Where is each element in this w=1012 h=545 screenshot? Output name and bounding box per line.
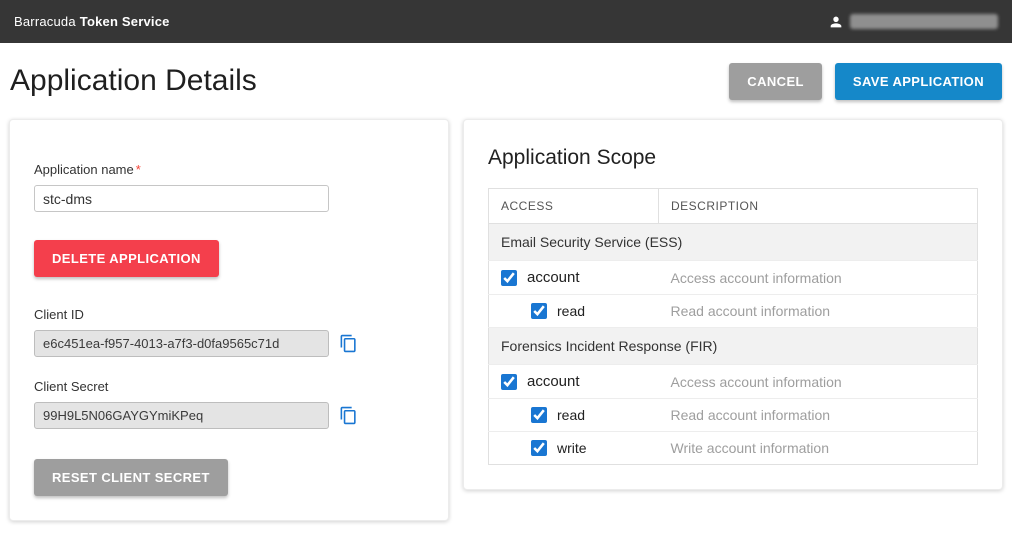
scope-row: read Read account information <box>489 295 978 328</box>
delete-application-button[interactable]: DELETE APPLICATION <box>34 240 219 277</box>
client-id-label: Client ID <box>34 307 424 322</box>
reset-client-secret-button[interactable]: RESET CLIENT SECRET <box>34 459 228 496</box>
scope-checkbox-read[interactable] <box>531 303 547 319</box>
header-actions: CANCEL SAVE APPLICATION <box>729 63 1002 100</box>
scope-group-row: Forensics Incident Response (FIR) <box>489 328 978 365</box>
scope-access-name: read <box>557 303 585 319</box>
product-name: Token Service <box>80 14 170 29</box>
brand-name: Barracuda <box>14 14 76 29</box>
main-content: Application name* DELETE APPLICATION Cli… <box>0 119 1012 521</box>
client-secret-row <box>34 402 424 429</box>
copy-client-id-button[interactable] <box>339 334 358 353</box>
scope-group-name: Email Security Service (ESS) <box>489 224 978 261</box>
user-menu[interactable] <box>828 14 998 30</box>
application-name-input[interactable] <box>34 185 329 212</box>
application-scope-card: Application Scope ACCESS DESCRIPTION Ema… <box>463 119 1003 490</box>
person-icon <box>828 14 844 30</box>
client-id-field[interactable] <box>34 330 329 357</box>
scope-table-body: Email Security Service (ESS) account Acces… <box>489 224 978 465</box>
copy-icon <box>339 334 358 353</box>
scope-access-cell: read <box>489 295 659 328</box>
page-title: Application Details <box>10 64 257 98</box>
scope-table: ACCESS DESCRIPTION Email Security Servic… <box>488 188 978 465</box>
scope-checkbox-label[interactable]: account <box>501 269 647 286</box>
scope-access-name: account <box>527 373 580 390</box>
scope-row: account Access account information <box>489 365 978 399</box>
scope-table-header-row: ACCESS DESCRIPTION <box>489 189 978 224</box>
scope-group-row: Email Security Service (ESS) <box>489 224 978 261</box>
required-asterisk: * <box>136 162 141 177</box>
scope-checkbox-read[interactable] <box>531 407 547 423</box>
scope-checkbox-label[interactable]: read <box>531 303 647 319</box>
scope-row: read Read account information <box>489 399 978 432</box>
scope-row: account Access account information <box>489 261 978 295</box>
column-header-access: ACCESS <box>489 189 659 224</box>
scope-access-name: write <box>557 440 587 456</box>
copy-icon <box>339 406 358 425</box>
scope-description: Read account information <box>659 295 978 328</box>
scope-description: Write account information <box>659 432 978 465</box>
scope-access-cell: account <box>489 365 659 399</box>
scope-access-name: read <box>557 407 585 423</box>
scope-checkbox-write[interactable] <box>531 440 547 456</box>
application-name-label: Application name* <box>34 162 424 177</box>
scope-access-cell: account <box>489 261 659 295</box>
scope-access-cell: read <box>489 399 659 432</box>
scope-checkbox-account[interactable] <box>501 374 517 390</box>
brand: Barracuda Token Service <box>14 14 170 29</box>
save-application-button[interactable]: SAVE APPLICATION <box>835 63 1002 100</box>
scope-checkbox-label[interactable]: read <box>531 407 647 423</box>
scope-group-name: Forensics Incident Response (FIR) <box>489 328 978 365</box>
client-id-row <box>34 330 424 357</box>
scope-description: Access account information <box>659 261 978 295</box>
cancel-button[interactable]: CANCEL <box>729 63 822 100</box>
scope-description: Access account information <box>659 365 978 399</box>
scope-access-name: account <box>527 269 580 286</box>
scope-checkbox-label[interactable]: write <box>531 440 647 456</box>
scope-access-cell: write <box>489 432 659 465</box>
scope-checkbox-account[interactable] <box>501 270 517 286</box>
scope-title: Application Scope <box>488 146 978 170</box>
client-secret-field[interactable] <box>34 402 329 429</box>
application-details-card: Application name* DELETE APPLICATION Cli… <box>9 119 449 521</box>
page-header: Application Details CANCEL SAVE APPLICAT… <box>0 43 1012 119</box>
client-secret-label: Client Secret <box>34 379 424 394</box>
scope-row: write Write account information <box>489 432 978 465</box>
top-bar: Barracuda Token Service <box>0 0 1012 43</box>
scope-checkbox-label[interactable]: account <box>501 373 647 390</box>
scope-description: Read account information <box>659 399 978 432</box>
copy-client-secret-button[interactable] <box>339 406 358 425</box>
column-header-description: DESCRIPTION <box>659 189 978 224</box>
username-redacted <box>850 14 998 29</box>
